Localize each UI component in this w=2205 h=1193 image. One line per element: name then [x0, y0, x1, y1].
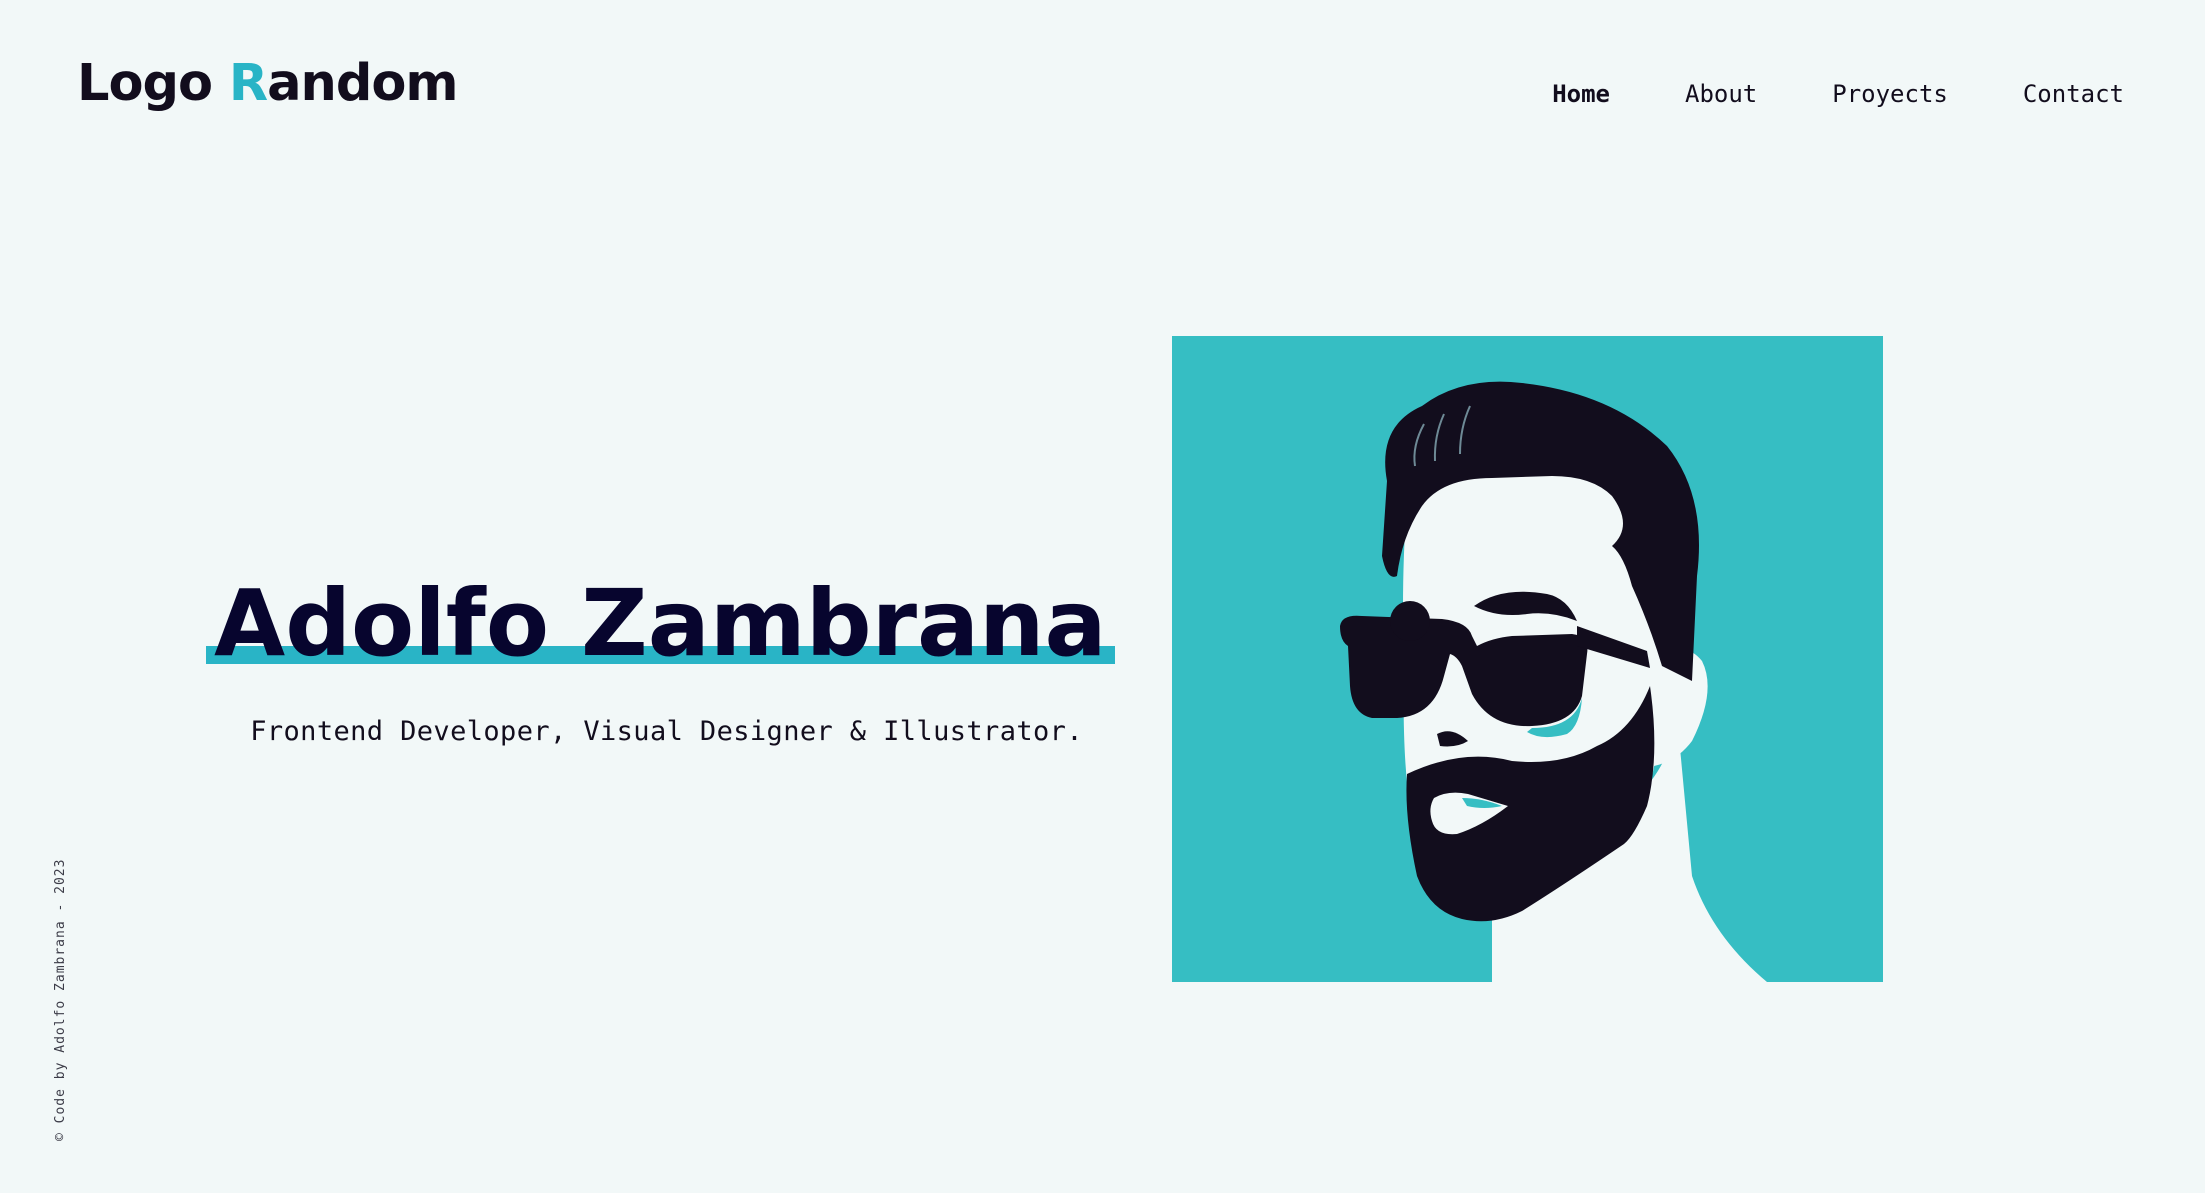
hero-subtitle: Frontend Developer, Visual Designer & Il…	[250, 716, 1083, 747]
logo-text-part2: andom	[267, 54, 458, 113]
bearded-man-illustration	[1340, 381, 1767, 982]
main-nav: Home About Proyects Contact	[1477, 80, 2124, 108]
nav-link-proyects[interactable]: Proyects	[1832, 80, 1948, 108]
nav-link-contact[interactable]: Contact	[2023, 80, 2124, 108]
hero-name: Adolfo Zambrana	[214, 570, 1107, 677]
nav-link-about[interactable]: About	[1685, 80, 1757, 108]
portrait-illustration	[1172, 336, 1883, 982]
copyright-text: © Code by Adolfo Zambrana - 2023	[53, 858, 68, 1141]
logo-accent-letter: R	[228, 54, 268, 113]
nav-link-home[interactable]: Home	[1552, 80, 1610, 108]
logo[interactable]: Logo Random	[77, 54, 459, 113]
logo-text-part1: Logo	[77, 54, 229, 113]
hero-name-block: Adolfo Zambrana	[206, 572, 1115, 675]
